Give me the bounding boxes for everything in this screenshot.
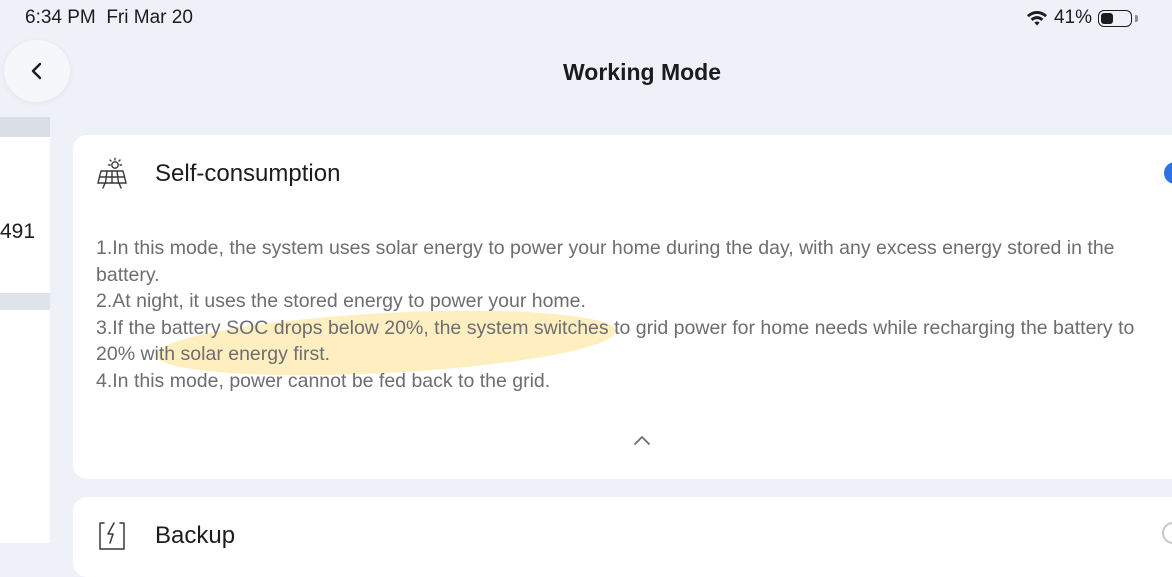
battery-bolt-icon bbox=[99, 522, 125, 550]
page-title: Working Mode bbox=[562, 59, 721, 85]
mode-radio-unselected[interactable] bbox=[1162, 522, 1172, 544]
mode-card-header: Self-consumption bbox=[95, 157, 340, 191]
side-panel-divider bbox=[0, 293, 50, 310]
solar-panel-icon bbox=[97, 157, 127, 189]
status-indicators: 41% bbox=[1026, 7, 1138, 29]
status-clock: 6:34 PM bbox=[25, 7, 96, 28]
battery-icon bbox=[1098, 9, 1132, 27]
chevron-up-icon[interactable] bbox=[629, 431, 655, 451]
mode-title: Self-consumption bbox=[155, 160, 341, 187]
status-bar: 6:34 PM Fri Mar 20 41% bbox=[0, 0, 1172, 36]
side-panel-value: 491 bbox=[0, 220, 36, 243]
status-date: Fri Mar 20 bbox=[106, 7, 193, 28]
description-line: 1.In this mode, the system uses solar en… bbox=[96, 237, 1115, 286]
mode-radio-selected[interactable] bbox=[1164, 162, 1172, 184]
description-line: 4.In this mode, power cannot be fed back… bbox=[96, 369, 551, 392]
battery-nub bbox=[1135, 14, 1138, 22]
side-panel-divider-top bbox=[0, 117, 50, 137]
mode-title: Backup bbox=[155, 522, 236, 549]
description-line: 2.At night, it uses the stored energy to… bbox=[96, 290, 586, 312]
battery-percent: 41% bbox=[1053, 7, 1092, 28]
mode-card-backup[interactable]: Backup bbox=[73, 497, 1172, 577]
mode-description: 1.In this mode, the system uses solar en… bbox=[96, 235, 1172, 394]
description-line: 3.If the battery SOC drops below 20%, th… bbox=[96, 316, 1135, 366]
mode-card-header: Backup bbox=[95, 519, 235, 553]
wifi-icon bbox=[1026, 10, 1047, 26]
status-time: 6:34 PM Fri Mar 20 bbox=[25, 7, 193, 29]
side-panel: 491 bbox=[0, 117, 50, 543]
mode-card-self-consumption[interactable]: Self-consumption 1.In this mode, the sys… bbox=[73, 135, 1172, 479]
